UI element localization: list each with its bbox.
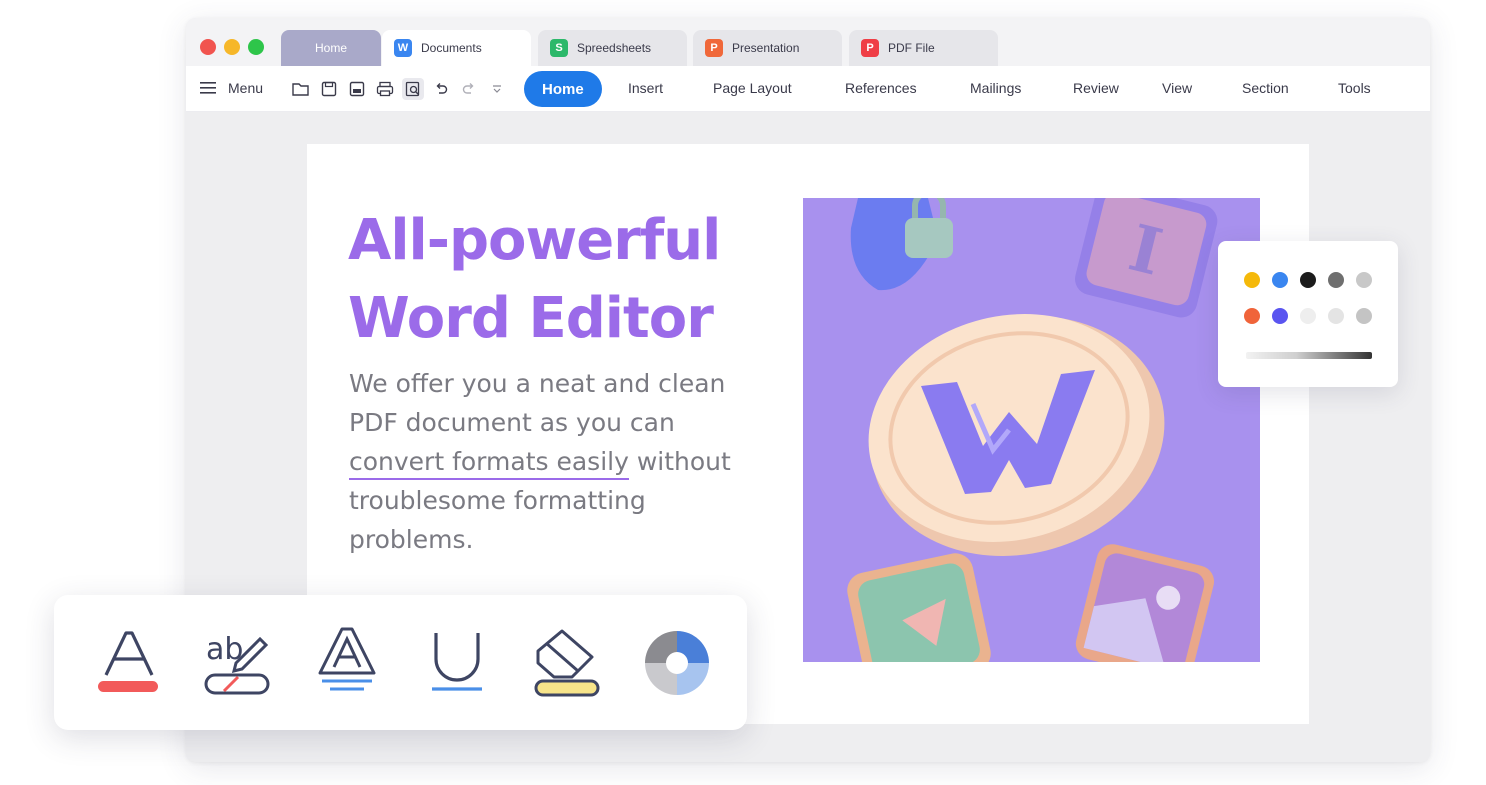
save-icon[interactable] — [318, 78, 340, 100]
undo-icon[interactable] — [430, 78, 452, 100]
ribbon-tab-section[interactable]: Section — [1242, 80, 1289, 96]
tab-label: Presentation — [732, 41, 800, 55]
minimize-window-button[interactable] — [224, 39, 240, 55]
ribbon-tab-references[interactable]: References — [845, 80, 917, 96]
print-preview-icon[interactable] — [402, 78, 424, 100]
underline-icon[interactable] — [422, 625, 492, 701]
tab-presentation[interactable]: P Presentation — [693, 30, 842, 66]
export-pdf-icon[interactable] — [346, 78, 368, 100]
swatch-row — [1244, 308, 1372, 324]
body-text-fragment: without — [628, 447, 731, 476]
swatch-row — [1244, 272, 1372, 288]
ribbon-tab-view[interactable]: View — [1162, 80, 1192, 96]
body-paragraph: We offer you a neat and clean PDF docume… — [349, 364, 779, 559]
maximize-window-button[interactable] — [248, 39, 264, 55]
headline-line-1: All-powerful — [348, 208, 721, 273]
color-wheel-icon[interactable] — [642, 625, 712, 701]
spreadsheet-icon: S — [550, 39, 568, 57]
video-tile-icon — [847, 553, 991, 662]
tab-bar: Home W Documents S Spreedsheets P Presen… — [186, 18, 1430, 66]
color-swatch-white[interactable] — [1300, 308, 1316, 324]
wps-logo-coin — [868, 314, 1165, 556]
formatting-toolbar: ab — [54, 595, 747, 730]
ribbon-tab-mailings[interactable]: Mailings — [970, 80, 1021, 96]
color-palette-panel — [1218, 241, 1398, 387]
ribbon-tab-insert[interactable]: Insert — [628, 80, 663, 96]
body-line: convert formats easily without — [349, 442, 779, 481]
headline: All-powerful Word Editor — [348, 202, 788, 358]
hamburger-icon — [200, 82, 216, 94]
lock-icon — [850, 198, 953, 291]
body-line: We offer you a neat and clean — [349, 369, 726, 398]
color-swatch-black[interactable] — [1300, 272, 1316, 288]
font-color-icon[interactable] — [94, 625, 164, 701]
pdf-icon: P — [861, 39, 879, 57]
body-line: troublesome formatting — [349, 486, 646, 515]
color-swatch-blue[interactable] — [1272, 272, 1288, 288]
text-tile-icon: I — [1075, 198, 1218, 318]
tab-label: Home — [314, 41, 347, 55]
tab-documents[interactable]: W Documents — [382, 30, 531, 66]
close-window-button[interactable] — [200, 39, 216, 55]
more-icon[interactable] — [486, 78, 508, 100]
ribbon-tab-page-layout[interactable]: Page Layout — [713, 80, 792, 96]
redo-icon[interactable] — [458, 78, 480, 100]
color-swatch-indigo[interactable] — [1272, 308, 1288, 324]
tab-pdf-file[interactable]: P PDF File — [849, 30, 998, 66]
ribbon-tab-tools[interactable]: Tools — [1338, 80, 1371, 96]
tab-label: PDF File — [888, 41, 935, 55]
quick-access-toolbar — [290, 78, 508, 100]
highlight-icon[interactable] — [532, 625, 602, 701]
presentation-icon: P — [705, 39, 723, 57]
headline-line-2: Word Editor — [348, 286, 714, 351]
window-controls — [200, 39, 264, 55]
open-folder-icon[interactable] — [290, 78, 312, 100]
color-swatch-silver[interactable] — [1356, 308, 1372, 324]
menu-label: Menu — [228, 80, 264, 96]
tab-home[interactable]: Home — [281, 30, 381, 66]
tab-spreadsheets[interactable]: S Spreedsheets — [538, 30, 687, 66]
ribbon-bar: Menu Home Insert Page Layout References … — [186, 66, 1430, 112]
word-doc-icon: W — [394, 39, 412, 57]
underlined-text: convert formats easily — [349, 447, 629, 480]
body-line: PDF document as you can — [349, 408, 675, 437]
brightness-slider[interactable] — [1246, 352, 1372, 359]
tab-label: Documents — [421, 41, 482, 55]
image-tile-icon — [1075, 544, 1215, 662]
spell-check-icon[interactable]: ab — [202, 625, 272, 701]
tab-label: Spreedsheets — [577, 41, 652, 55]
color-swatch-light-gray[interactable] — [1356, 272, 1372, 288]
print-icon[interactable] — [374, 78, 396, 100]
ribbon-tab-review[interactable]: Review — [1073, 80, 1119, 96]
body-line: problems. — [349, 525, 474, 554]
color-swatch-dark-gray[interactable] — [1328, 272, 1344, 288]
color-swatch-pale-gray[interactable] — [1328, 308, 1344, 324]
hero-illustration: I — [803, 198, 1260, 662]
text-effect-icon[interactable] — [312, 625, 382, 701]
ribbon-tab-home[interactable]: Home — [524, 71, 602, 107]
color-swatch-orange[interactable] — [1244, 308, 1260, 324]
color-swatch-yellow[interactable] — [1244, 272, 1260, 288]
menu-button[interactable]: Menu — [200, 80, 263, 96]
